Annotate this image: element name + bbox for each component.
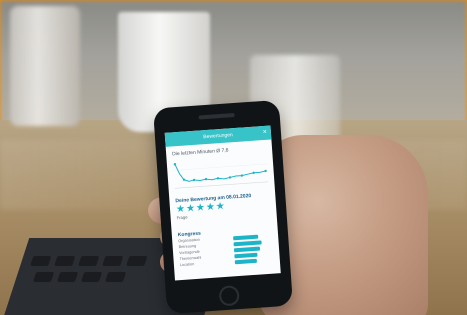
kpi-label: Themenwahl (179, 255, 202, 262)
background-jar (10, 6, 80, 126)
chart-area (172, 150, 269, 196)
chart-point (264, 169, 267, 173)
chart-point (216, 177, 220, 180)
chart-point (240, 174, 244, 177)
laptop-key (126, 256, 148, 266)
kpi-label: Organisation (178, 237, 200, 244)
phone-speaker (198, 112, 235, 120)
laptop-key (56, 272, 79, 282)
kpi-bar (234, 258, 257, 265)
home-button[interactable] (218, 285, 240, 307)
laptop-key (30, 256, 52, 266)
kpi-label: Location (179, 262, 195, 268)
laptop-key (80, 272, 103, 282)
kpi-list: Organisation Betreuung Vortragende Themenwa… (178, 233, 276, 270)
kpi-label: Betreuung (178, 243, 197, 250)
chart-point (192, 178, 196, 182)
app-title: Bewertungen (203, 132, 233, 141)
smartphone: Bewertungen × Die letzten Minuten Ø 7,6 (152, 99, 294, 315)
chart-line (174, 164, 266, 182)
photo-scene: Bewertungen × Die letzten Minuten Ø 7,6 (0, 0, 467, 315)
chart-point (252, 171, 255, 174)
laptop-key (54, 256, 76, 266)
chart-point (228, 176, 232, 179)
rating-card: Deine Bewertung am 08.01.2020 ★★★★★ Frag… (175, 192, 271, 232)
chart-point (204, 177, 208, 181)
close-icon[interactable]: × (262, 126, 268, 140)
laptop-key (32, 272, 55, 282)
laptop-key (104, 272, 127, 282)
phone-screen: Bewertungen × Die letzten Minuten Ø 7,6 (164, 125, 281, 281)
laptop-key (102, 256, 124, 266)
laptop-key (78, 256, 100, 266)
kpi-label: Vortragende (178, 249, 200, 256)
